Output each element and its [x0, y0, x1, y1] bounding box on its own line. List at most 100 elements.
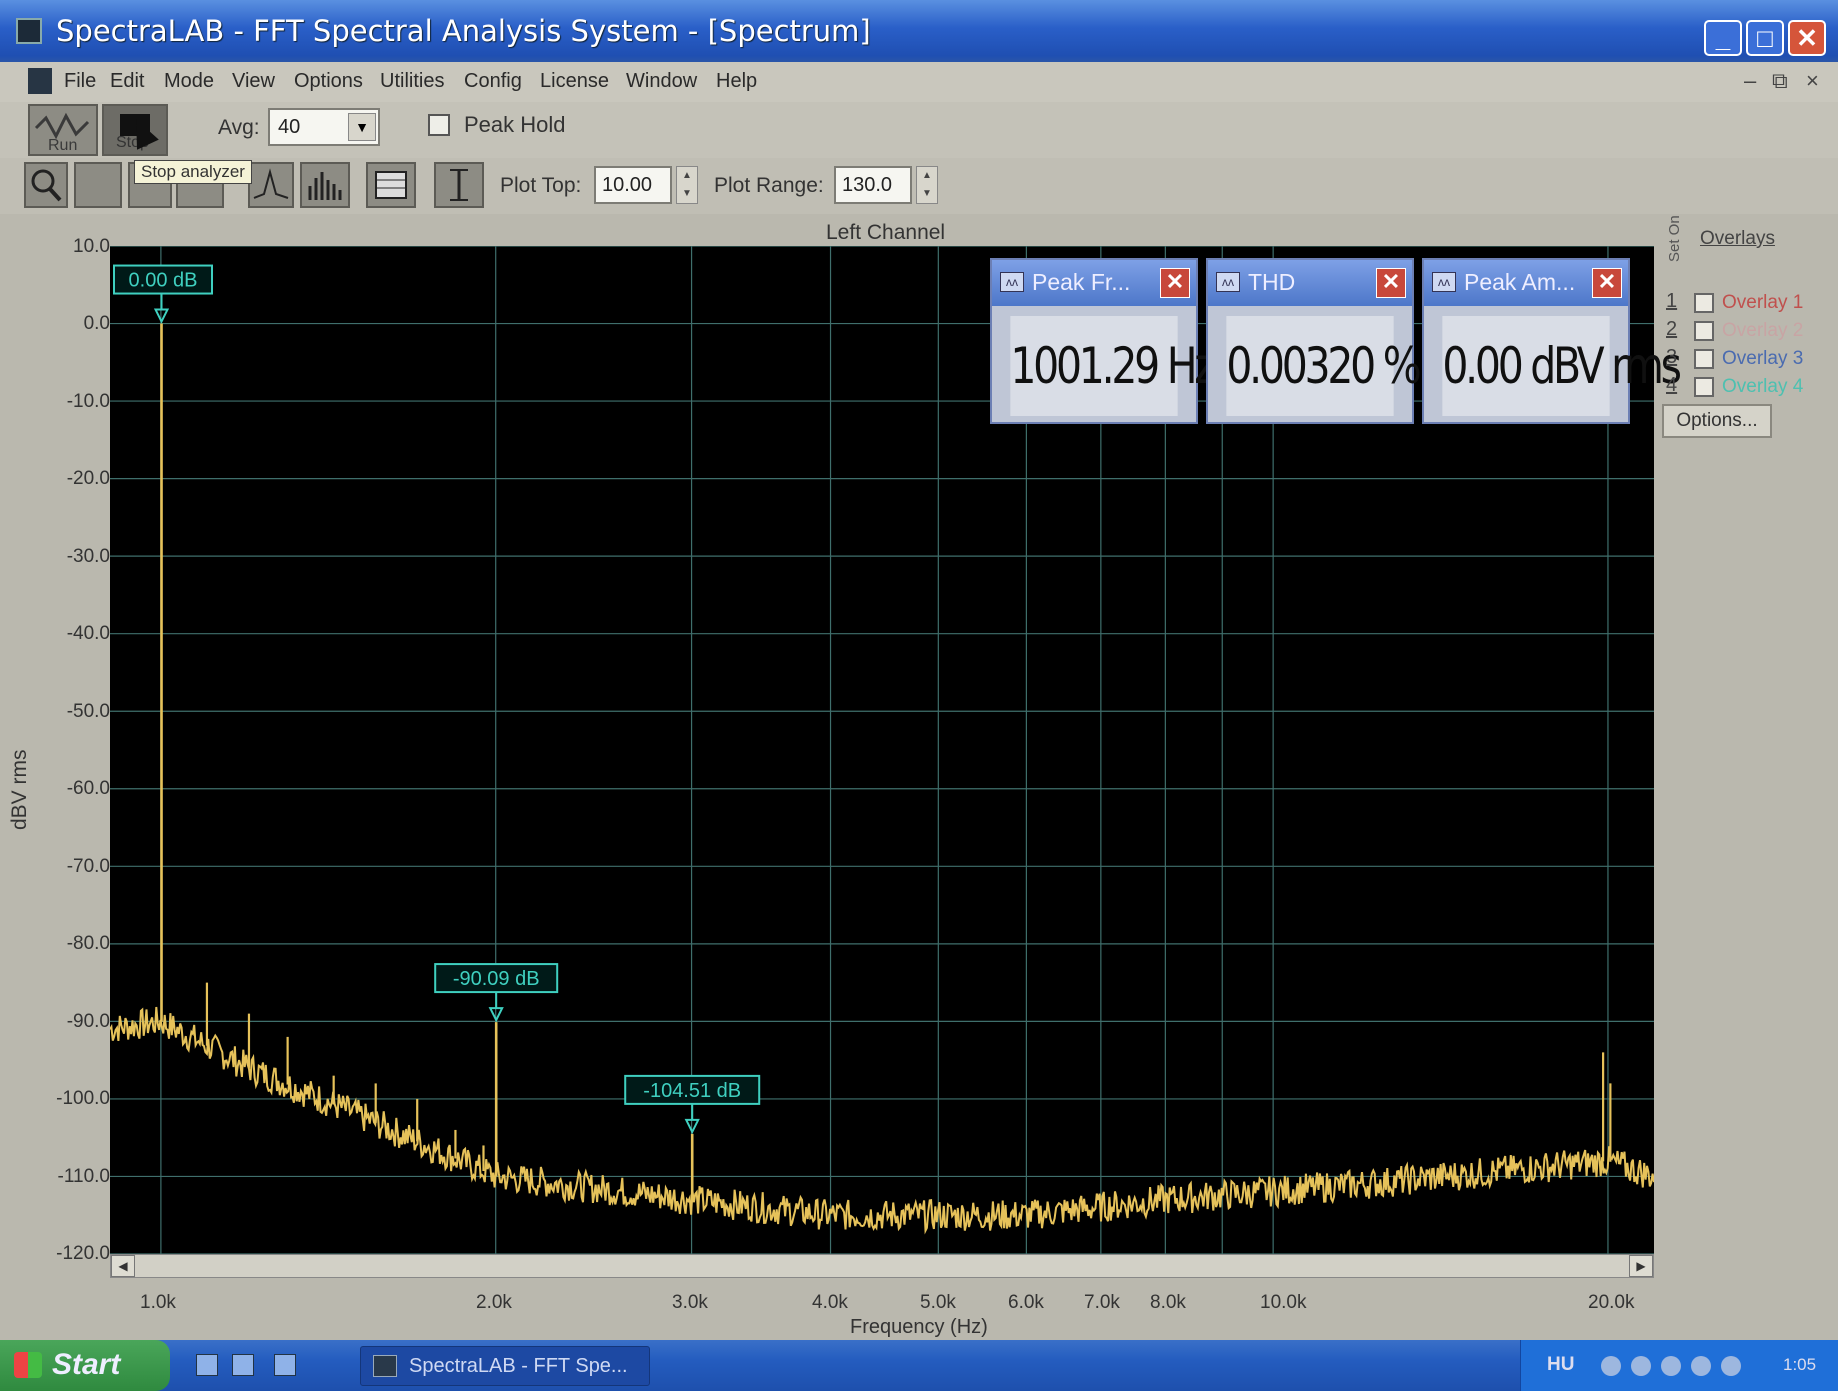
maximize-button[interactable]: □	[1746, 20, 1784, 56]
overlay-set-2[interactable]: 2	[1666, 318, 1677, 341]
zoom-icon[interactable]	[24, 162, 68, 208]
menu-bar: File Edit Mode View Options Utilities Co…	[0, 62, 1838, 103]
bar-plot-icon[interactable]	[300, 162, 350, 208]
table-icon[interactable]	[366, 162, 416, 208]
overlay-checkbox-2[interactable]	[1694, 321, 1714, 341]
spectrum-trace	[110, 1006, 1654, 1235]
scroll-left-icon[interactable]: ◀	[111, 1255, 135, 1277]
system-tray: HU 1:05	[1520, 1340, 1838, 1391]
scale-icon[interactable]	[434, 162, 484, 208]
run-button[interactable]: Run	[28, 104, 98, 156]
meter-value: 0.00320 %	[1226, 316, 1422, 416]
meter-thd[interactable]: ᴧᴧ THD ✕ 0.00320 %	[1206, 258, 1422, 424]
mdi-restore-icon[interactable]: ⧉	[1772, 68, 1788, 94]
y-tick: -30.0	[66, 546, 110, 567]
x-tick: 7.0k	[1084, 1292, 1120, 1313]
overlay-name-1: Overlay 1	[1722, 292, 1804, 313]
menu-mode[interactable]: Mode	[164, 70, 214, 93]
close-icon[interactable]: ✕	[1160, 268, 1190, 298]
meter-peak-amplitude[interactable]: ᴧᴧ Peak Am... ✕ 0.00 dBV rms	[1422, 258, 1682, 424]
taskbar-item-label: SpectraLAB - FFT Spe...	[409, 1355, 628, 1377]
language-indicator[interactable]: HU	[1547, 1354, 1574, 1376]
zoom-out-icon[interactable]	[74, 162, 122, 208]
overlay-checkbox-1[interactable]	[1694, 293, 1714, 313]
y-tick: 0.0	[83, 313, 110, 334]
app-icon	[373, 1355, 397, 1377]
mdi-minimize-icon[interactable]: –	[1744, 68, 1756, 94]
plot-top-spinner[interactable]: ▲ ▼	[676, 166, 698, 204]
meter-header: ᴧᴧ THD ✕	[1208, 260, 1412, 306]
minimize-button[interactable]: _	[1704, 20, 1742, 56]
plot-range-input[interactable]: 130.0	[834, 166, 912, 204]
overlays-title[interactable]: Overlays	[1700, 228, 1775, 250]
toolbar-plot: Plot Top: 10.00 ▲ ▼ Plot Range: 130.0 ▲ ▼	[0, 158, 1838, 215]
overlay-set-4[interactable]: 4	[1666, 374, 1677, 397]
meter-header: ᴧᴧ Peak Fr... ✕	[992, 260, 1196, 306]
document-icon[interactable]	[28, 68, 52, 94]
meter-peak-frequency[interactable]: ᴧᴧ Peak Fr... ✕ 1001.29 Hz	[990, 258, 1216, 424]
menu-view[interactable]: View	[232, 70, 275, 93]
meter-icon: ᴧᴧ	[1216, 272, 1240, 292]
window-title: SpectraLAB - FFT Spectral Analysis Syste…	[56, 14, 871, 48]
x-axis-label: Frequency (Hz)	[850, 1316, 988, 1338]
plot-top-label: Plot Top:	[500, 174, 582, 197]
overlay-checkbox-3[interactable]	[1694, 349, 1714, 369]
y-tick: -110.0	[57, 1166, 110, 1187]
menu-license[interactable]: License	[540, 70, 609, 93]
tray-volume-icon[interactable]	[1631, 1356, 1651, 1376]
peak-hold-checkbox[interactable]	[428, 114, 450, 136]
quicklaunch-ie-icon[interactable]	[196, 1354, 218, 1376]
overlay-checkbox-4[interactable]	[1694, 377, 1714, 397]
scroll-right-icon[interactable]: ▶	[1629, 1255, 1653, 1277]
taskbar-item-spectralab[interactable]: SpectraLAB - FFT Spe...	[360, 1346, 650, 1386]
meter-title: Peak Am...	[1464, 269, 1576, 295]
clock: 1:05	[1783, 1355, 1817, 1374]
waveform-icon: Run	[34, 112, 90, 154]
tray-security-icon[interactable]	[1661, 1356, 1681, 1376]
close-button[interactable]: ✕	[1788, 20, 1826, 56]
tray-update-icon[interactable]	[1691, 1356, 1711, 1376]
meter-value: 0.00 dBV rms	[1442, 316, 1682, 416]
overlay-set-1[interactable]: 1	[1666, 290, 1677, 313]
tray-network-icon[interactable]	[1601, 1356, 1621, 1376]
horizontal-scrollbar[interactable]: ◀ ▶	[110, 1254, 1654, 1278]
x-tick: 3.0k	[672, 1292, 708, 1313]
close-icon[interactable]: ✕	[1592, 268, 1622, 298]
mdi-close-icon[interactable]: ×	[1806, 68, 1819, 94]
avg-select[interactable]: 40 ▼	[268, 108, 380, 146]
meter-icon: ᴧᴧ	[1432, 272, 1456, 292]
menu-edit[interactable]: Edit	[110, 70, 144, 93]
menu-file[interactable]: File	[64, 70, 96, 93]
x-tick: 10.0k	[1260, 1292, 1307, 1313]
menu-help[interactable]: Help	[716, 70, 757, 93]
quicklaunch-app-icon[interactable]	[274, 1354, 296, 1376]
menu-options[interactable]: Options	[294, 70, 363, 93]
menu-config[interactable]: Config	[464, 70, 522, 93]
menu-window[interactable]: Window	[626, 70, 697, 93]
plot-range-spinner[interactable]: ▲ ▼	[916, 166, 938, 204]
close-icon[interactable]: ✕	[1376, 268, 1406, 298]
marker-label: -104.51 dB	[643, 1080, 741, 1102]
x-tick: 6.0k	[1008, 1292, 1044, 1313]
x-tick: 8.0k	[1150, 1292, 1186, 1313]
y-tick: -90.0	[66, 1011, 110, 1032]
menu-utilities[interactable]: Utilities	[380, 70, 444, 93]
meter-title: THD	[1248, 269, 1296, 295]
y-tick: -60.0	[66, 778, 110, 799]
chevron-down-icon[interactable]: ▼	[348, 113, 376, 141]
taskbar: Start SpectraLAB - FFT Spe... HU 1:05	[0, 1340, 1838, 1391]
windows-logo-icon	[14, 1352, 42, 1378]
marker-arrow-icon	[153, 308, 170, 324]
channel-title: Left Channel	[826, 221, 946, 244]
marker-label: -90.09 dB	[453, 968, 540, 990]
line-plot-icon[interactable]	[248, 162, 294, 208]
title-bar: SpectraLAB - FFT Spectral Analysis Syste…	[0, 0, 1838, 62]
tray-device-icon[interactable]	[1721, 1356, 1741, 1376]
start-button[interactable]: Start	[0, 1340, 170, 1391]
overlay-options-button[interactable]: Options...	[1662, 404, 1772, 438]
overlays-header: Set On	[1666, 215, 1683, 262]
plot-top-input[interactable]: 10.00	[594, 166, 672, 204]
toolbar-main: Run Stop Avg: 40 ▼ Peak Hold	[0, 102, 1838, 159]
quicklaunch-media-icon[interactable]	[232, 1354, 254, 1376]
overlay-set-3[interactable]: 3	[1666, 346, 1677, 369]
